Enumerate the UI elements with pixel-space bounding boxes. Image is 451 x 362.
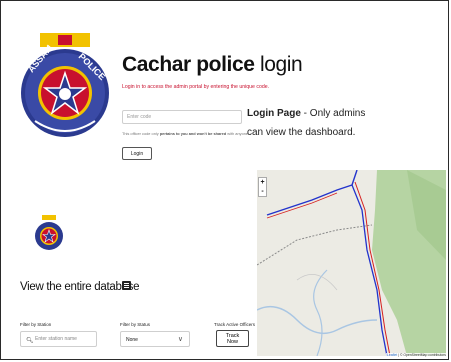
code-note: This officer code only pertains to you a… bbox=[122, 131, 250, 136]
track-now-button[interactable]: Track Now bbox=[216, 330, 249, 347]
status-value: None bbox=[126, 337, 138, 343]
search-icon: 🔍︎ bbox=[26, 338, 34, 344]
zoom-in-button[interactable]: + bbox=[259, 178, 266, 187]
map-attribution: Leaflet | © OpenStreetMap contributors bbox=[386, 353, 447, 357]
map-view[interactable] bbox=[257, 170, 446, 356]
filter-station-label: Filter by Station bbox=[20, 322, 52, 327]
page-title: Cachar police login bbox=[122, 53, 303, 76]
track-label: Track Active Officers bbox=[214, 322, 256, 327]
status-select[interactable]: None ∨ bbox=[120, 331, 190, 347]
login-button[interactable]: Login bbox=[122, 147, 152, 160]
zoom-out-button[interactable]: - bbox=[259, 187, 266, 196]
filter-status-label: Filter by Status bbox=[120, 322, 151, 327]
info-text: Login Page - Only admins can view the da… bbox=[247, 108, 366, 138]
code-input[interactable] bbox=[122, 110, 242, 124]
map-zoom-control[interactable]: + - bbox=[258, 177, 267, 197]
database-icon bbox=[122, 281, 131, 290]
chevron-down-icon: ∨ bbox=[177, 336, 183, 343]
station-placeholder: Enter station name bbox=[35, 336, 77, 342]
leaflet-link[interactable]: Leaflet bbox=[387, 353, 397, 357]
page-subtitle: Login in to access the admin portal by e… bbox=[122, 84, 270, 90]
assam-police-emblem-small bbox=[35, 215, 63, 250]
assam-police-emblem: ASSAM POLICE bbox=[21, 33, 109, 137]
station-search-input[interactable]: 🔍︎ Enter station name bbox=[20, 331, 97, 347]
